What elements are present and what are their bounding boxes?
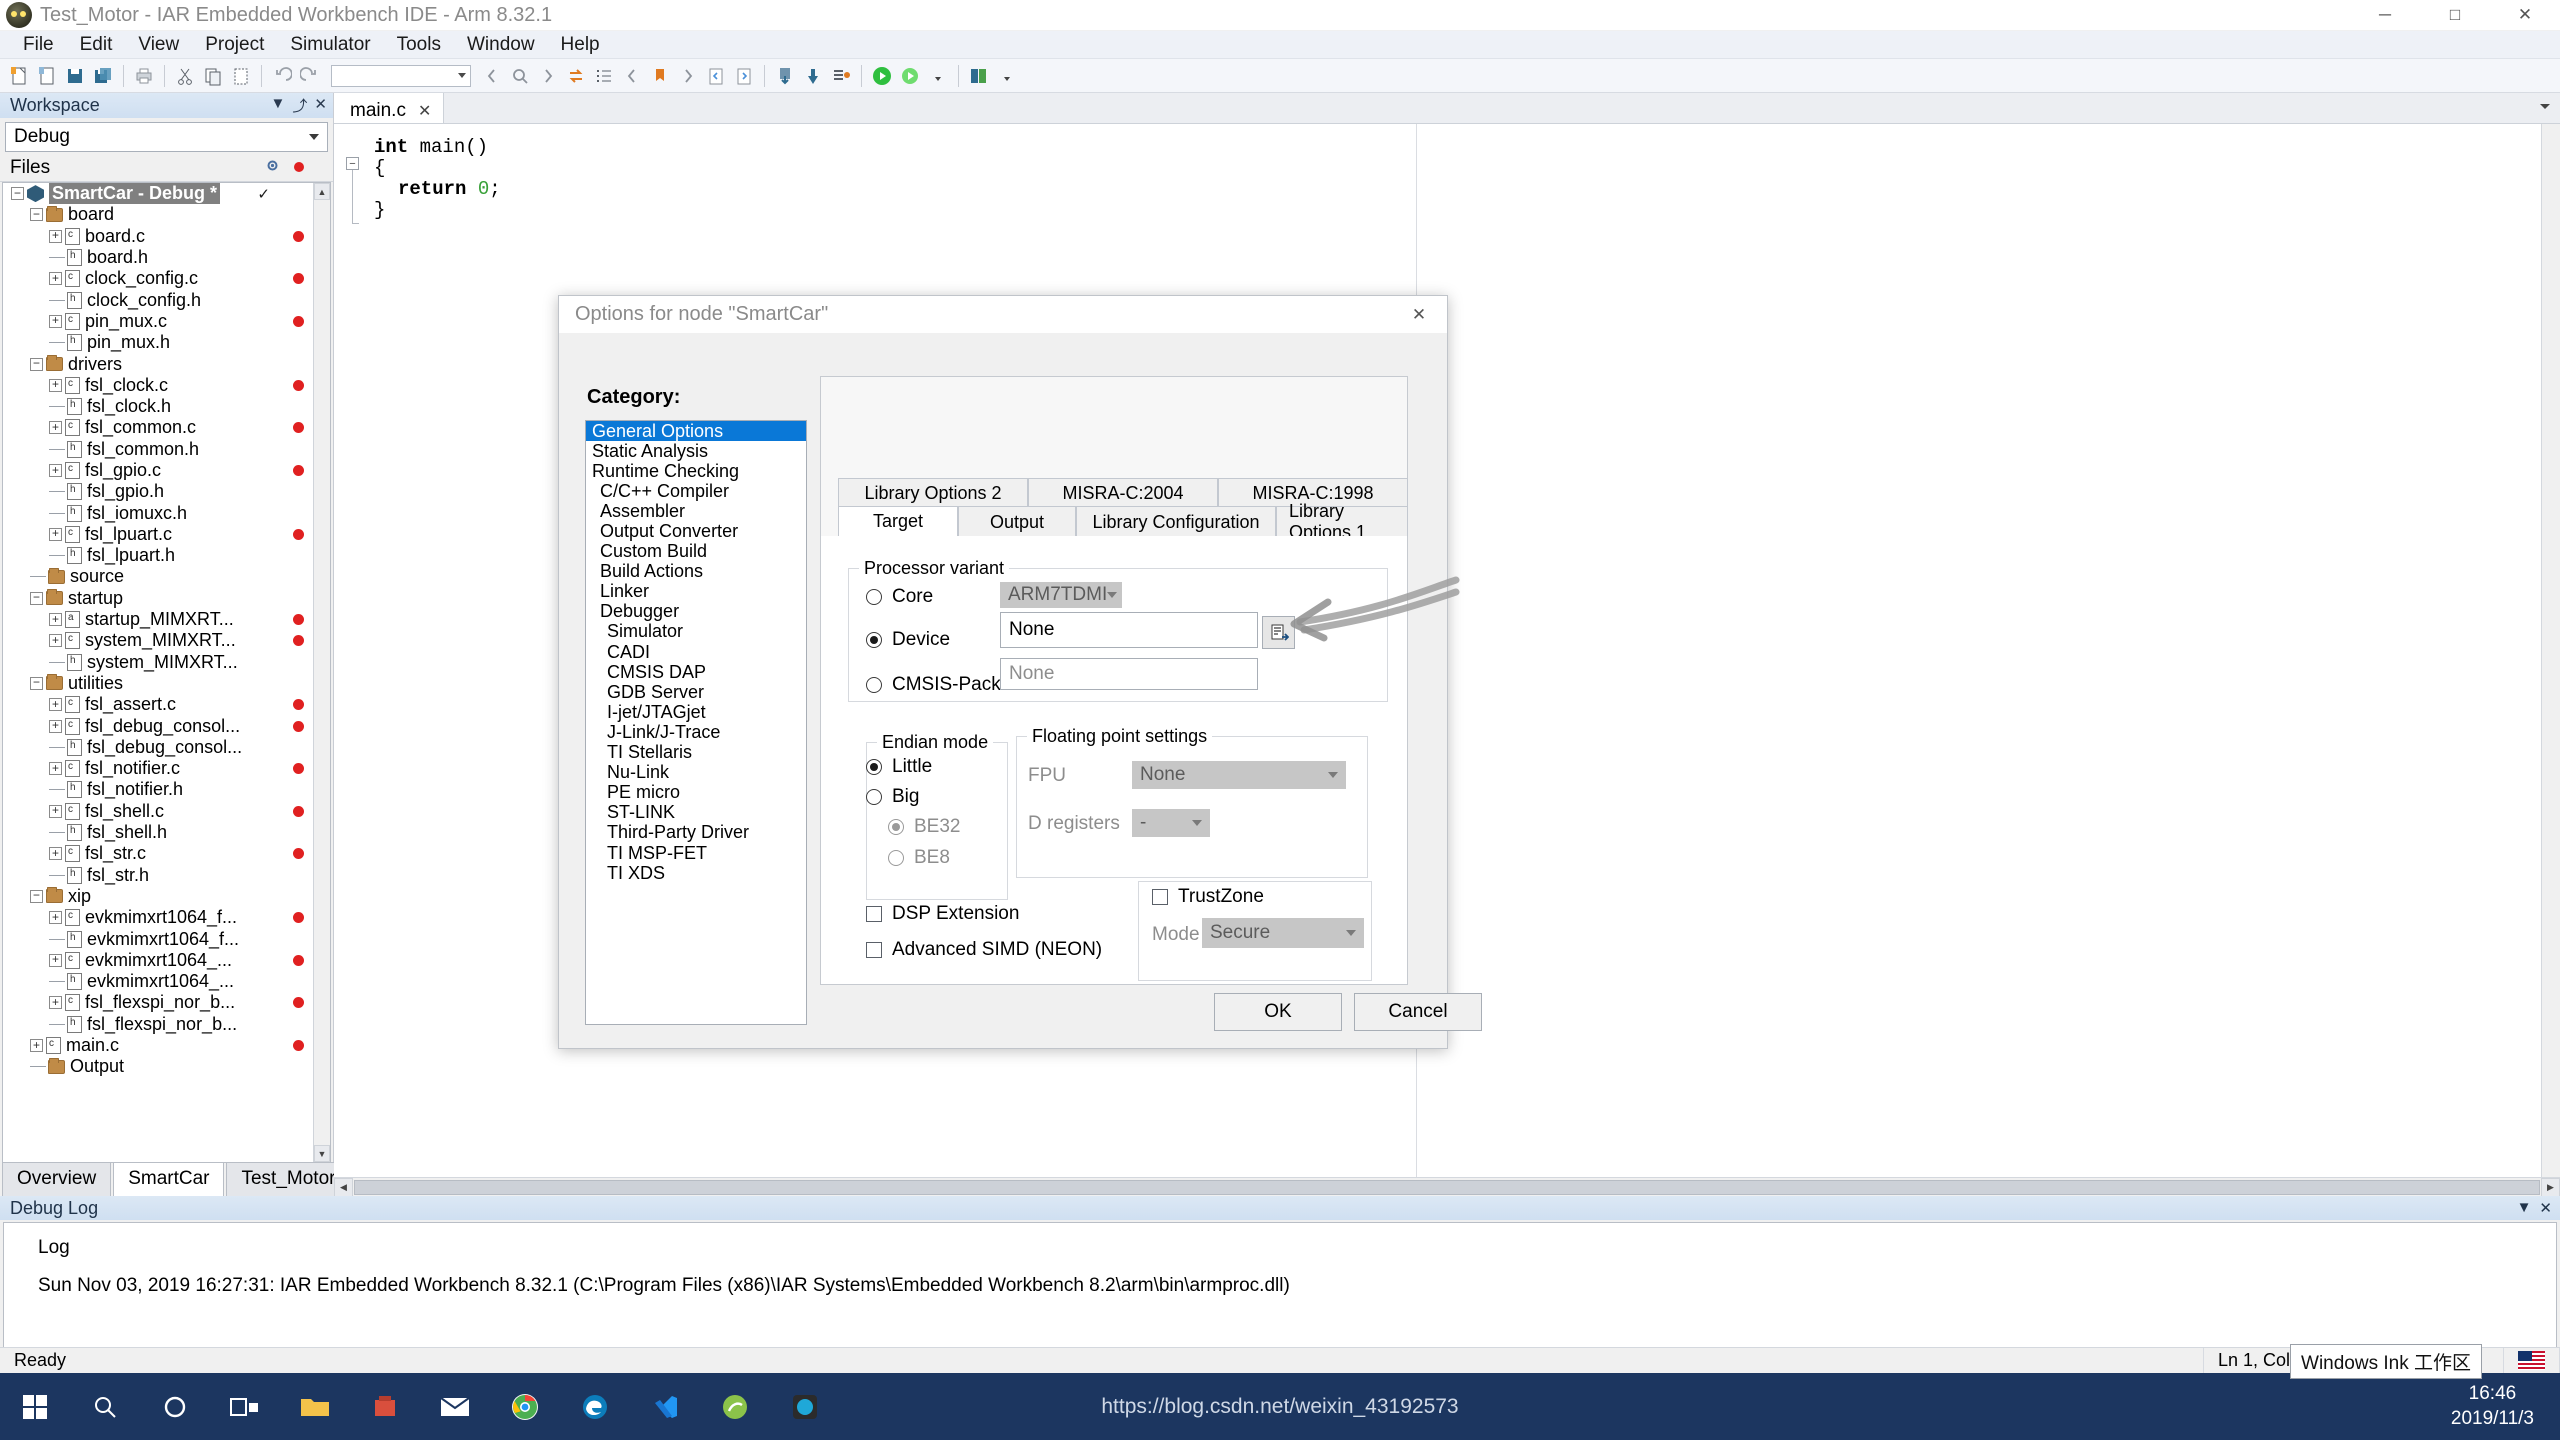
category-ti-stellaris[interactable]: TI Stellaris [586, 743, 806, 763]
endian-be32-row[interactable]: BE32 [888, 816, 960, 838]
device-radio[interactable] [866, 632, 882, 648]
fpu-label: FPU [1028, 765, 1066, 787]
category-cmsis-dap[interactable]: CMSIS DAP [586, 662, 806, 682]
dialog-tab-misra-c-2004[interactable]: MISRA-C:2004 [1028, 478, 1218, 507]
category-simulator[interactable]: Simulator [586, 622, 806, 642]
device-label: Device [892, 629, 950, 651]
floating-point-caption: Floating point settings [1027, 726, 1212, 747]
chevron-down-icon [1107, 592, 1117, 598]
dialog-close-icon[interactable]: ✕ [1401, 300, 1437, 330]
category-output-converter[interactable]: Output Converter [586, 521, 806, 541]
dialog-tab-target[interactable]: Target [838, 506, 958, 537]
dsp-extension-row[interactable]: DSP Extension [866, 903, 1019, 925]
dialog-tab-library-options-1[interactable]: Library Options 1 [1276, 506, 1408, 537]
dialog-tab-row-1: TargetOutputLibrary ConfigurationLibrary… [838, 506, 1408, 537]
core-radio[interactable] [866, 589, 882, 605]
trustzone-label: TrustZone [1178, 886, 1264, 908]
dialog-tab-output[interactable]: Output [958, 506, 1076, 537]
category-build-actions[interactable]: Build Actions [586, 562, 806, 582]
category-nu-link[interactable]: Nu-Link [586, 763, 806, 783]
endian-mode-caption: Endian mode [877, 732, 993, 753]
category-gdb-server[interactable]: GDB Server [586, 682, 806, 702]
neon-row[interactable]: Advanced SIMD (NEON) [866, 939, 1102, 961]
floating-point-group: Floating point settings [1016, 736, 1368, 878]
d-registers-value: - [1140, 812, 1146, 834]
category-i-jet-jtagjet[interactable]: I-jet/JTAGjet [586, 702, 806, 722]
category-static-analysis[interactable]: Static Analysis [586, 441, 806, 461]
endian-little-radio[interactable] [866, 759, 882, 775]
processor-variant-caption: Processor variant [859, 558, 1009, 579]
endian-be8-row[interactable]: BE8 [888, 847, 950, 869]
cmsis-pack-input[interactable]: None [1000, 658, 1258, 690]
category-third-party-driver[interactable]: Third-Party Driver [586, 823, 806, 843]
device-value: None [1009, 619, 1054, 641]
fpu-select[interactable]: None [1132, 761, 1346, 789]
d-registers-select[interactable]: - [1132, 809, 1210, 837]
category-c-c-compiler[interactable]: C/C++ Compiler [586, 481, 806, 501]
category-label: Category: [587, 386, 680, 409]
category-linker[interactable]: Linker [586, 582, 806, 602]
endian-little-row[interactable]: Little [866, 756, 932, 778]
dsp-extension-checkbox[interactable] [866, 906, 882, 922]
endian-big-label: Big [892, 786, 919, 808]
category-j-link-j-trace[interactable]: J-Link/J-Trace [586, 722, 806, 742]
dsp-extension-label: DSP Extension [892, 903, 1019, 925]
endian-big-radio[interactable] [866, 789, 882, 805]
endian-big-row[interactable]: Big [866, 786, 919, 808]
windows-ink-tooltip: Windows Ink 工作区 [2290, 1344, 2482, 1379]
endian-be8-label: BE8 [914, 847, 950, 869]
category-debugger[interactable]: Debugger [586, 602, 806, 622]
category-list[interactable]: General OptionsStatic AnalysisRuntime Ch… [585, 420, 807, 1025]
device-picker-button[interactable] [1262, 616, 1295, 649]
d-registers-label: D registers [1028, 813, 1120, 835]
cmsis-pack-value: None [1009, 663, 1054, 685]
core-label: Core [892, 586, 933, 608]
endian-be32-label: BE32 [914, 816, 960, 838]
category-custom-build[interactable]: Custom Build [586, 542, 806, 562]
dialog-title-bar: Options for node "SmartCar" ✕ [559, 296, 1447, 333]
cancel-button[interactable]: Cancel [1354, 993, 1482, 1031]
endian-little-label: Little [892, 756, 932, 778]
chevron-down-icon [1192, 820, 1202, 826]
neon-checkbox[interactable] [866, 942, 882, 958]
core-value: ARM7TDMI [1008, 584, 1107, 606]
category-pe-micro[interactable]: PE micro [586, 783, 806, 803]
neon-label: Advanced SIMD (NEON) [892, 939, 1102, 961]
chevron-down-icon [1346, 930, 1356, 936]
core-select[interactable]: ARM7TDMI [1000, 582, 1122, 608]
endian-be8-radio[interactable] [888, 850, 904, 866]
cmsis-pack-label: CMSIS-Pack [892, 674, 1001, 696]
trustzone-mode-select[interactable]: Secure [1202, 918, 1364, 948]
trustzone-checkbox[interactable] [1152, 889, 1168, 905]
dialog-title: Options for node "SmartCar" [575, 303, 828, 326]
trustzone-row[interactable]: TrustZone [1152, 886, 1264, 908]
category-assembler[interactable]: Assembler [586, 501, 806, 521]
device-input[interactable]: None [1000, 612, 1258, 648]
ok-button[interactable]: OK [1214, 993, 1342, 1031]
category-runtime-checking[interactable]: Runtime Checking [586, 461, 806, 481]
cmsis-pack-radio[interactable] [866, 677, 882, 693]
fpu-value: None [1140, 764, 1185, 786]
category-general-options[interactable]: General Options [586, 421, 806, 441]
category-ti-msp-fet[interactable]: TI MSP-FET [586, 843, 806, 863]
trustzone-mode-value: Secure [1210, 922, 1270, 944]
category-cadi[interactable]: CADI [586, 642, 806, 662]
iar-workbench-window: Test_Motor - IAR Embedded Workbench IDE … [0, 0, 2560, 1440]
chevron-down-icon [1328, 772, 1338, 778]
dialog-tab-library-options-2[interactable]: Library Options 2 [838, 478, 1028, 507]
trustzone-mode-label: Mode [1152, 924, 1200, 946]
modal-overlay: Options for node "SmartCar" ✕ Category: … [0, 0, 2560, 1440]
category-st-link[interactable]: ST-LINK [586, 803, 806, 823]
category-ti-xds[interactable]: TI XDS [586, 863, 806, 883]
endian-be32-radio[interactable] [888, 819, 904, 835]
dialog-tab-library-configuration[interactable]: Library Configuration [1076, 506, 1276, 537]
device-picker-icon [1269, 623, 1289, 643]
